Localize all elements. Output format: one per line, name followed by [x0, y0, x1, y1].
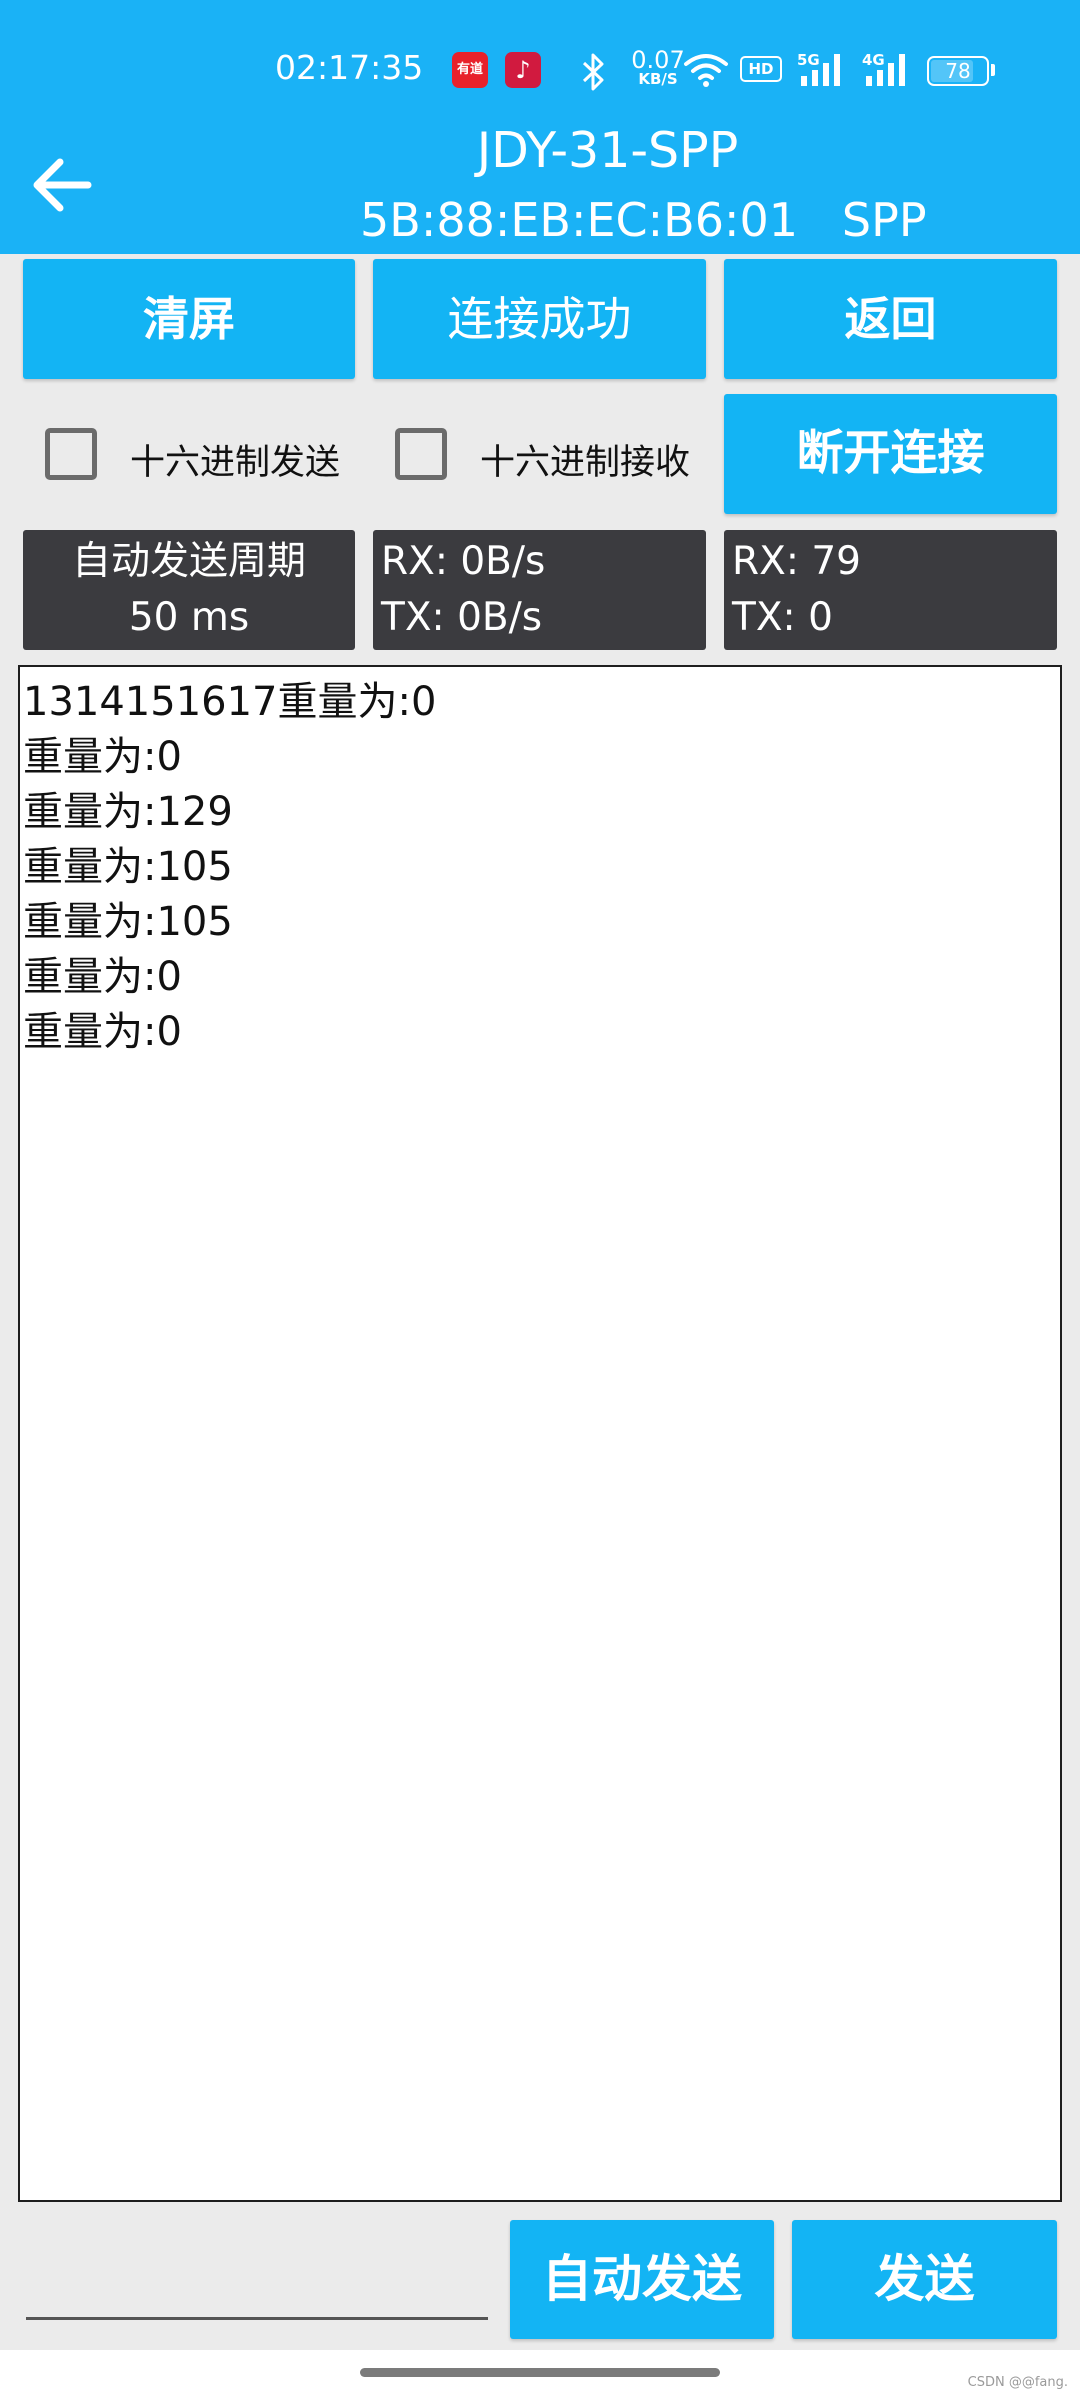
signal-4g-icon: 4G	[862, 51, 905, 86]
auto-send-period-value: 50 ms	[128, 595, 250, 640]
tx-count: TX: 0	[732, 595, 833, 640]
clear-screen-button[interactable]: 清屏	[23, 259, 355, 379]
home-indicator[interactable]	[360, 2368, 720, 2377]
connection-status-button[interactable]: 连接成功	[373, 259, 706, 379]
auto-send-period-label: 自动发送周期	[71, 539, 306, 584]
log-line: 1314151617重量为:0	[23, 679, 437, 725]
hex-receive-checkbox[interactable]	[395, 428, 447, 480]
hex-receive-label[interactable]: 十六进制接收	[480, 434, 690, 485]
battery-tip	[991, 64, 995, 76]
disconnect-button[interactable]: 断开连接	[724, 394, 1057, 514]
youdao-app-icon: 有道	[452, 52, 488, 88]
bluetooth-icon	[582, 53, 604, 91]
return-button[interactable]: 返回	[724, 259, 1057, 379]
watermark: CSDN @@fang.	[967, 2375, 1068, 2390]
auto-send-button[interactable]: 自动发送	[510, 2220, 774, 2339]
log-line: 重量为:129	[23, 789, 233, 835]
device-name: JDY-31-SPP	[476, 122, 739, 179]
hex-send-label[interactable]: 十六进制发送	[130, 434, 340, 485]
log-line: 重量为:105	[23, 899, 233, 945]
hd-voice-icon: HD	[740, 56, 782, 82]
signal-4g-label: 4G	[862, 51, 885, 69]
receive-log[interactable]: 1314151617重量为:0 重量为:0 重量为:129 重量为:105 重量…	[18, 665, 1062, 2202]
hex-send-checkbox[interactable]	[45, 428, 97, 480]
rx-count: RX: 79	[732, 539, 861, 584]
log-line: 重量为:0	[23, 734, 182, 780]
byte-count-panel[interactable]: RX: 79 TX: 0	[724, 530, 1057, 650]
transfer-rate-panel: RX: 0B/s TX: 0B/s	[373, 530, 706, 650]
signal-5g-label: 5G	[797, 51, 820, 69]
tx-rate: TX: 0B/s	[381, 595, 543, 640]
status-time: 02:17:35	[275, 48, 424, 87]
log-line: 重量为:0	[23, 954, 182, 1000]
send-button[interactable]: 发送	[792, 2220, 1057, 2339]
auto-send-period-panel[interactable]: 自动发送周期 50 ms	[23, 530, 355, 650]
log-line: 重量为:105	[23, 844, 233, 890]
battery-level: 78	[945, 59, 971, 83]
send-input[interactable]	[26, 2268, 488, 2320]
signal-5g-icon: 5G	[797, 51, 840, 86]
rx-rate: RX: 0B/s	[381, 539, 546, 584]
battery-icon: 78	[927, 56, 989, 86]
device-address: 5B:88:EB:EC:B6:01 SPP	[360, 193, 927, 247]
log-line: 重量为:0	[23, 1009, 182, 1055]
wifi-icon	[684, 54, 728, 87]
tiktok-app-icon: ♪	[505, 52, 541, 88]
